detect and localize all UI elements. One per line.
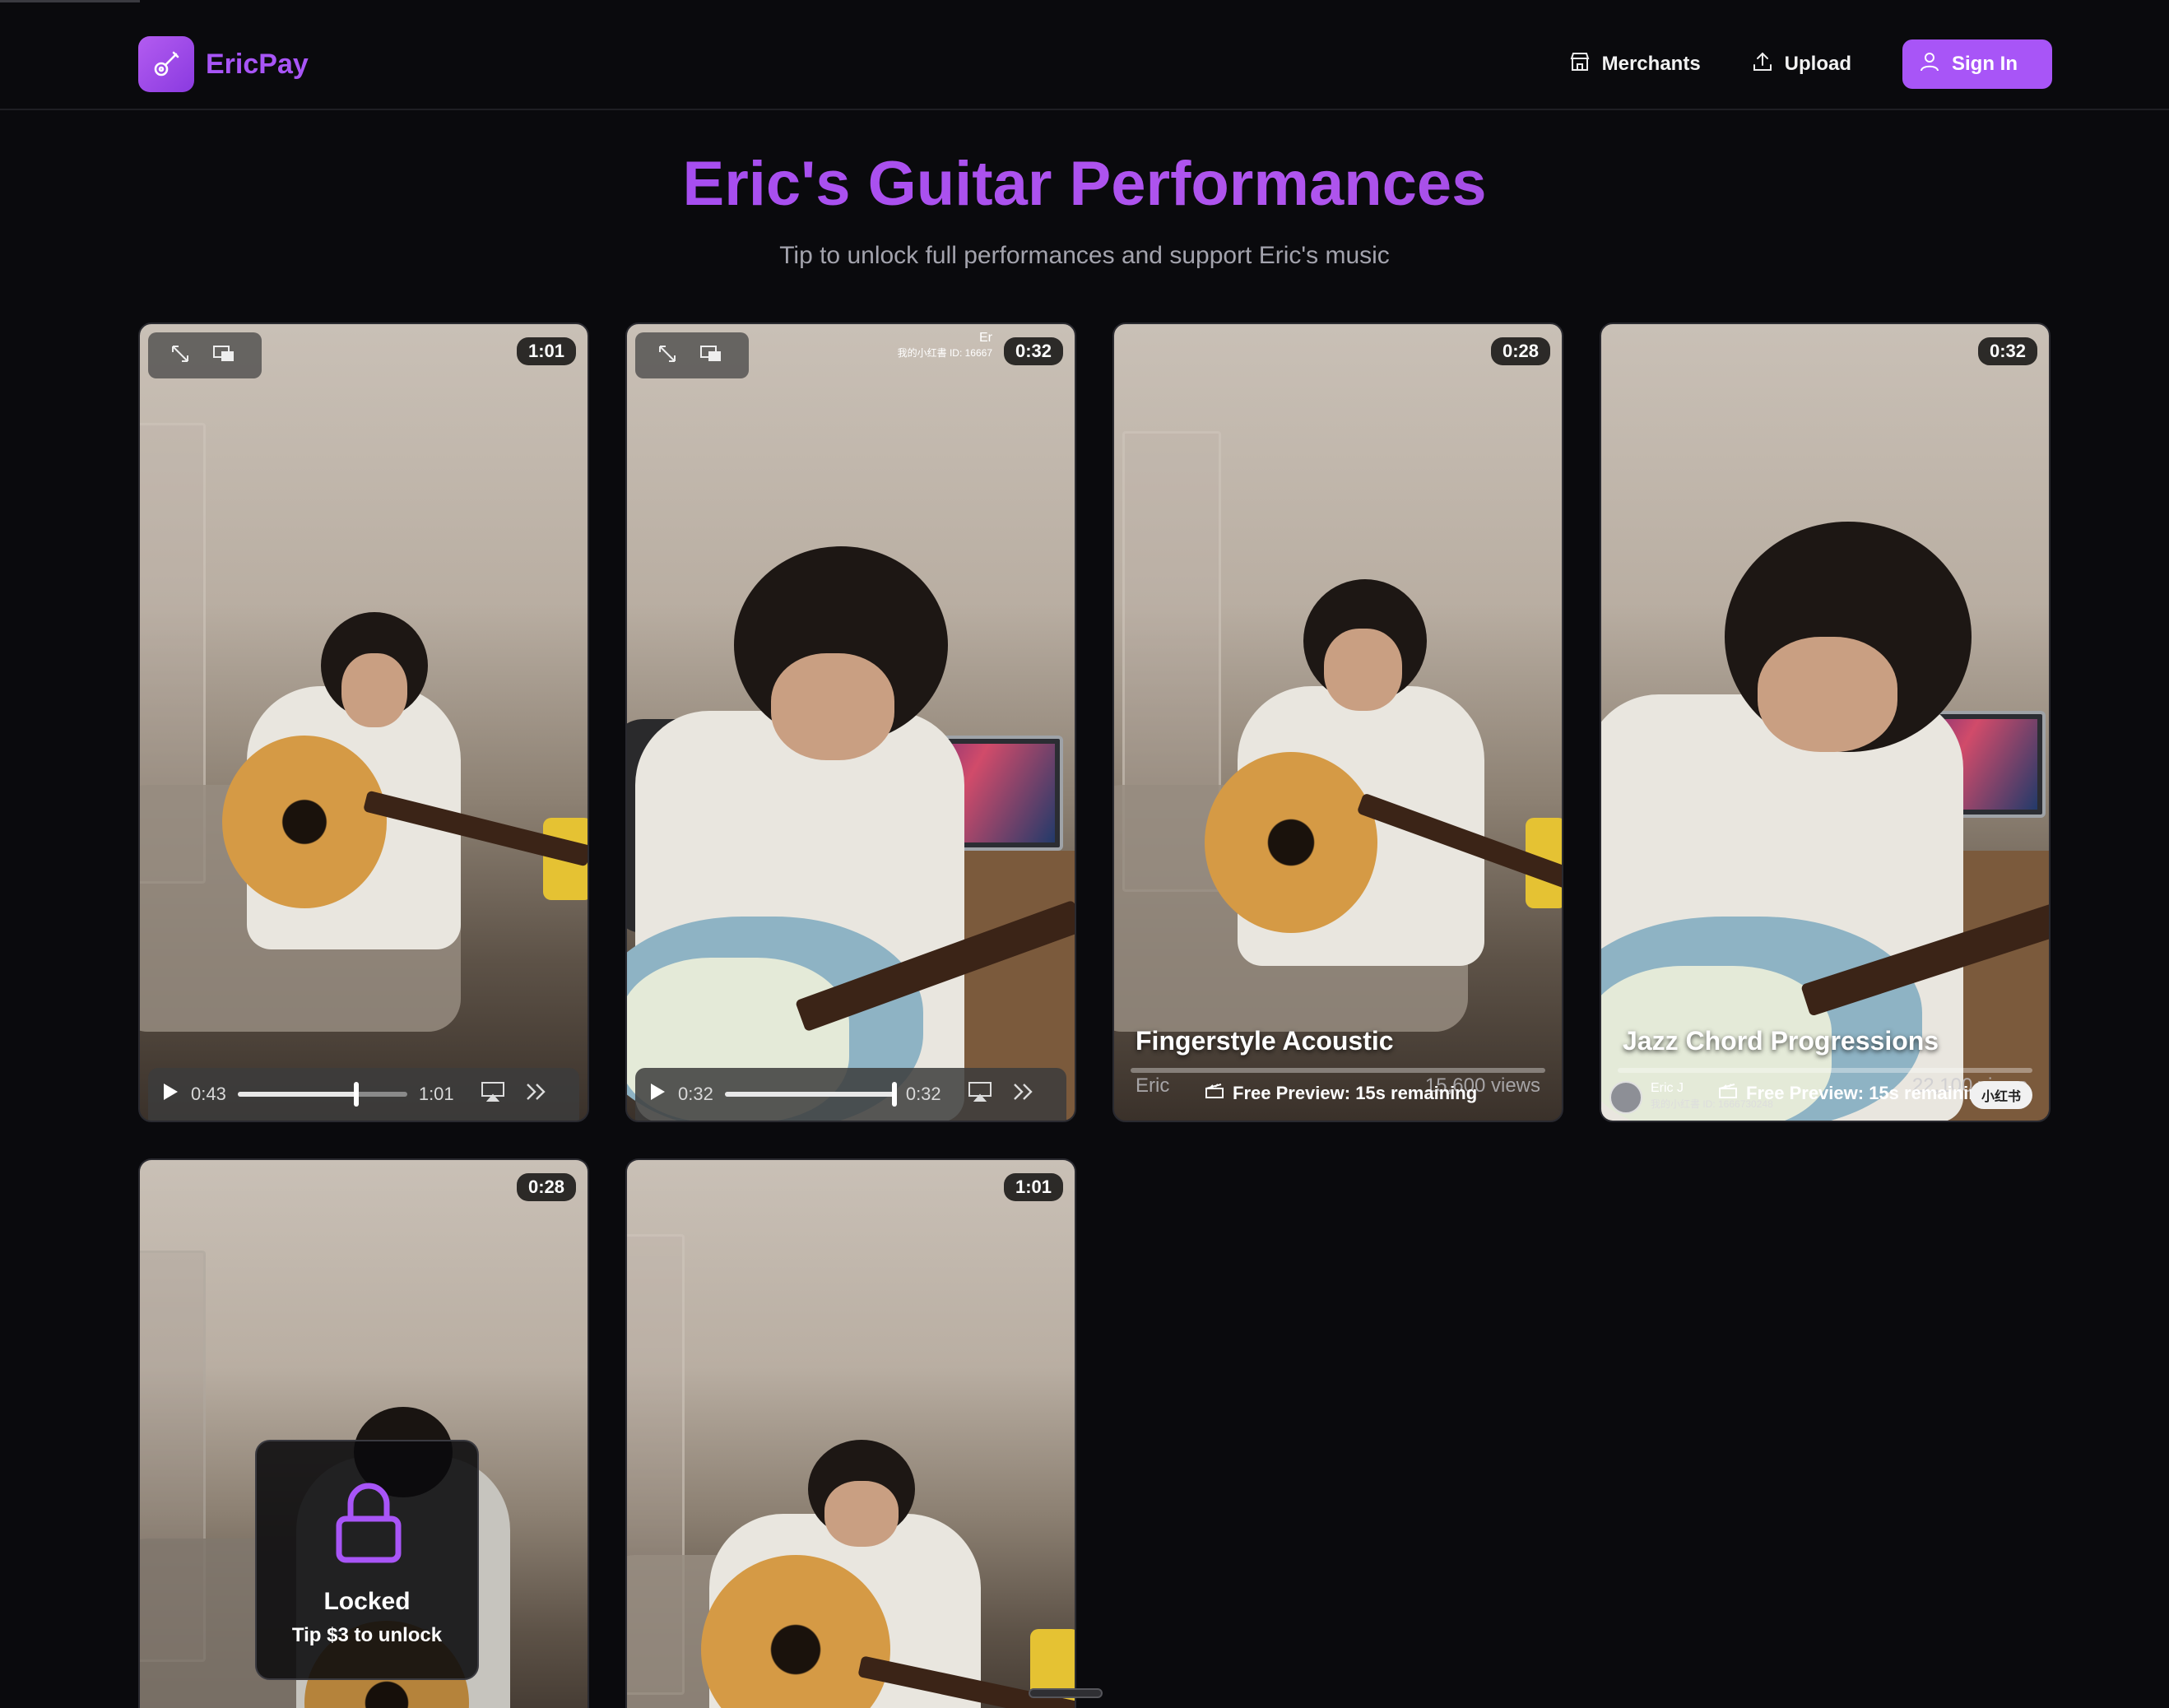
clapperboard-icon <box>1205 1083 1224 1104</box>
free-preview-label: Free Preview: 15s remaining <box>1746 1083 1991 1103</box>
horizontal-scrollbar[interactable] <box>1029 1688 1103 1698</box>
video-top-controls <box>635 332 749 378</box>
page-title: Eric's Guitar Performances <box>0 148 2169 220</box>
picture-in-picture-icon[interactable] <box>699 344 722 368</box>
video-author: Eric <box>1136 1074 1170 1097</box>
sign-in-button[interactable]: Sign In <box>1902 39 2052 89</box>
page-subtitle: Tip to unlock full performances and supp… <box>779 242 1390 269</box>
nav-upload[interactable]: Upload <box>1752 40 1851 88</box>
duration-badge: 0:28 <box>516 1173 576 1201</box>
video-title: Fingerstyle Acoustic <box>1136 1026 1394 1056</box>
video-card-locked[interactable]: 0:28 Locked Tip $3 to unlock <box>138 1158 589 1708</box>
avatar <box>1609 1081 1642 1114</box>
unlock-price-label: Tip $3 to unlock <box>291 1624 443 1646</box>
duration-badge: 1:01 <box>516 337 576 365</box>
current-time: 0:32 <box>678 1084 713 1104</box>
duration-badge: 0:32 <box>1977 337 2037 365</box>
brand-name: EricPay <box>206 48 309 80</box>
watermark-name: Er <box>979 331 992 345</box>
duration-badge: 0:28 <box>1490 337 1550 365</box>
site-header: EricPay Merchants Upload Sign In <box>0 0 2169 110</box>
watermark-id: 我的小红書 ID: 16667 <box>897 347 992 359</box>
main-nav: Merchants Upload Sign In <box>1569 39 2052 89</box>
video-card[interactable]: 1:01 0:43 1:01 <box>138 323 589 1122</box>
play-icon[interactable] <box>161 1082 179 1107</box>
video-player-controls: 0:43 1:01 <box>148 1068 579 1121</box>
current-time: 0:43 <box>191 1084 226 1104</box>
video-thumbnail <box>1601 324 2049 1121</box>
airplay-icon[interactable] <box>481 1081 505 1107</box>
video-top-controls <box>148 332 262 378</box>
seek-bar-fill <box>237 1092 357 1097</box>
seek-knob[interactable] <box>354 1082 360 1107</box>
video-title: Jazz Chord Progressions <box>1623 1026 1939 1056</box>
video-card[interactable]: 0:32 Jazz Chord Progressions 22,100 view… <box>1600 323 2051 1122</box>
sign-in-label: Sign In <box>1952 53 2018 75</box>
duration-badge: 0:32 <box>1003 337 1063 365</box>
store-icon <box>1569 51 1591 78</box>
video-thumbnail <box>627 324 1075 1121</box>
fullscreen-icon[interactable] <box>657 343 678 369</box>
seek-knob[interactable] <box>891 1082 897 1107</box>
video-player-controls: 0:32 0:32 <box>635 1068 1066 1121</box>
seek-bar[interactable] <box>237 1082 407 1107</box>
upload-icon <box>1752 51 1773 78</box>
lock-icon <box>327 1478 410 1572</box>
skip-forward-icon[interactable] <box>1012 1082 1035 1107</box>
total-time: 1:01 <box>418 1084 454 1104</box>
unlock-overlay[interactable]: Locked Tip $3 to unlock <box>255 1440 479 1680</box>
video-card[interactable]: 0:28 Fingerstyle Acoustic Eric 15,600 vi… <box>1112 323 1563 1122</box>
nav-merchants[interactable]: Merchants <box>1569 40 1701 88</box>
play-icon[interactable] <box>648 1082 666 1107</box>
video-card[interactable]: Er 我的小红書 ID: 16667 0:32 0:32 0:32 <box>625 323 1076 1122</box>
airplay-icon[interactable] <box>968 1081 992 1107</box>
nav-upload-label: Upload <box>1784 53 1851 75</box>
free-preview-label: Free Preview: 15s remaining <box>1233 1083 1478 1103</box>
video-thumbnail <box>1114 324 1562 1121</box>
user-icon <box>1919 51 1940 78</box>
preview-progress-bar <box>1131 1068 1545 1073</box>
lock-title: Locked <box>323 1588 411 1615</box>
clapperboard-icon <box>1718 1083 1738 1104</box>
video-thumbnail <box>140 324 588 1121</box>
duration-badge: 1:01 <box>1003 1173 1063 1201</box>
video-card[interactable]: 1:01 <box>625 1158 1076 1708</box>
free-preview-badge: Free Preview: 15s remaining <box>1205 1083 1477 1104</box>
watermark-name: Eric J <box>1651 1081 1684 1095</box>
watermark-logo: 小红书 <box>1970 1081 2032 1109</box>
seek-bar-fill <box>724 1092 894 1097</box>
video-thumbnail <box>627 1160 1075 1708</box>
seek-bar[interactable] <box>724 1082 897 1107</box>
free-preview-badge: Free Preview: 15s remaining <box>1718 1083 1990 1104</box>
preview-progress-bar <box>1618 1068 2032 1073</box>
nav-merchants-label: Merchants <box>1601 53 1701 75</box>
skip-forward-icon[interactable] <box>525 1082 548 1107</box>
picture-in-picture-icon[interactable] <box>212 344 235 368</box>
video-watermark: Er 我的小红書 ID: 16667 <box>898 331 992 360</box>
guitar-logo-icon <box>138 36 194 92</box>
total-time: 0:32 <box>905 1084 941 1104</box>
brand-link[interactable]: EricPay <box>138 36 309 92</box>
fullscreen-icon[interactable] <box>170 343 191 369</box>
